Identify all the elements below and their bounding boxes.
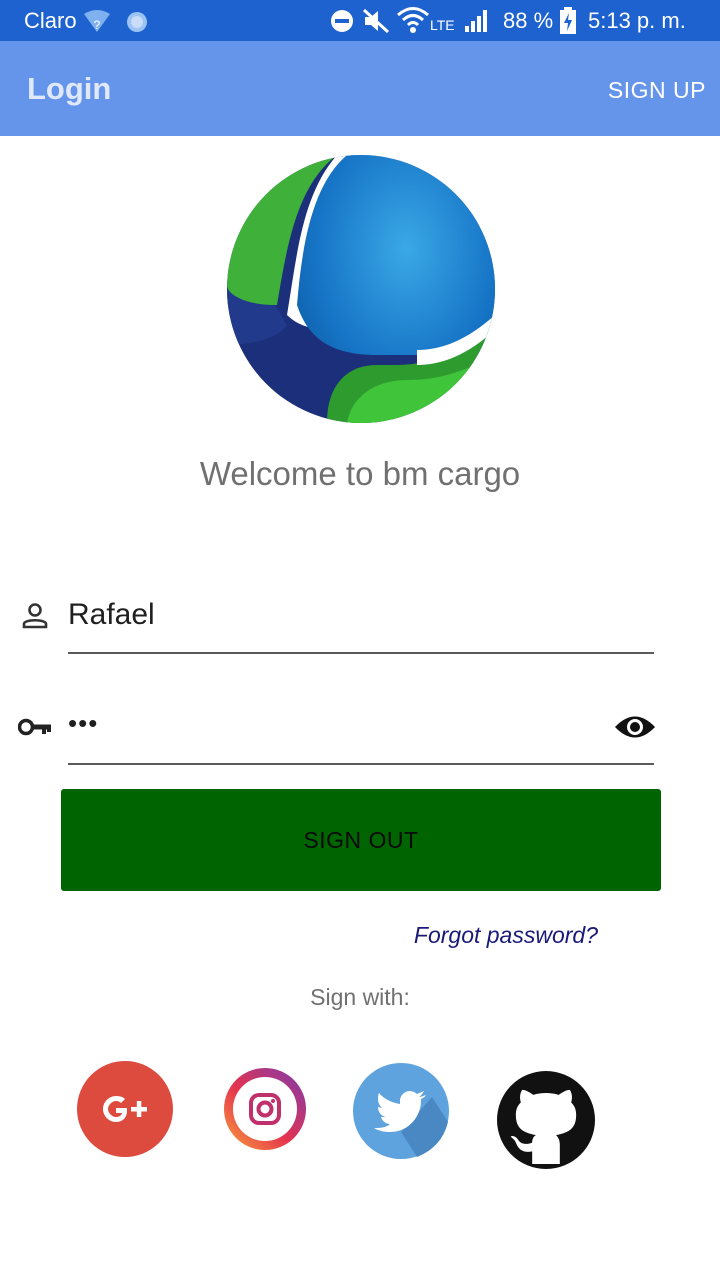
github-icon[interactable] — [497, 1071, 595, 1169]
username-underline — [68, 652, 654, 654]
carrier-name: Claro — [24, 8, 77, 33]
sync-icon — [127, 12, 147, 32]
sign-up-button[interactable]: SIGN UP — [608, 77, 706, 104]
battery-charging-icon — [560, 7, 576, 34]
do-not-disturb-icon — [331, 10, 353, 32]
key-icon — [18, 718, 51, 736]
bm-cargo-logo — [227, 155, 495, 423]
username-input[interactable]: Rafael — [68, 598, 155, 632]
app-bar: Login SIGN UP — [0, 41, 720, 136]
welcome-heading: Welcome to bm cargo — [199, 455, 521, 492]
status-bar: Claro ? LTE 88 % 5:13 p. m. — [0, 0, 720, 41]
twitter-icon[interactable] — [352, 1062, 450, 1160]
mute-icon — [362, 8, 390, 34]
wifi-unknown-icon: ? — [84, 10, 110, 32]
page-title: Login — [27, 71, 112, 106]
password-underline — [68, 763, 654, 765]
wifi-icon — [397, 7, 429, 33]
person-icon — [22, 603, 48, 629]
sign-with-label: Sign with: — [310, 984, 410, 1010]
network-type: LTE — [430, 17, 455, 33]
sign-out-button[interactable]: SIGN OUT — [61, 789, 661, 891]
forgot-password-link[interactable]: Forgot password? — [414, 922, 598, 949]
google-plus-icon[interactable] — [76, 1060, 174, 1158]
password-input[interactable]: ••• — [68, 708, 98, 739]
signal-icon — [465, 10, 487, 32]
svg-text:?: ? — [94, 18, 101, 32]
instagram-icon[interactable] — [216, 1060, 314, 1158]
clock: 5:13 p. m. — [588, 8, 686, 33]
show-password-eye-icon[interactable] — [613, 712, 657, 742]
battery-percent: 88 % — [503, 8, 554, 33]
